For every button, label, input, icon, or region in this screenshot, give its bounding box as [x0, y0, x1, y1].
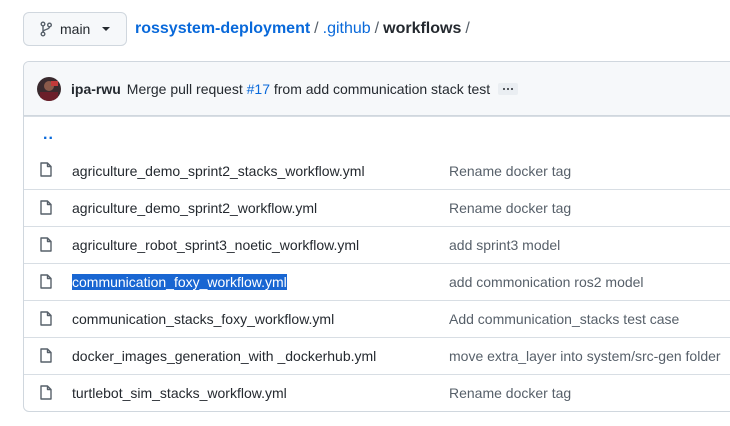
latest-commit-bar: ipa-rwu Merge pull request #17 from add … [24, 62, 730, 116]
pull-request-link[interactable]: #17 [247, 81, 270, 97]
branch-select-button[interactable]: main [23, 12, 127, 46]
chevron-down-icon [102, 27, 111, 31]
commit-message-prefix: Merge pull request [126, 80, 243, 97]
file-commit-message[interactable]: Rename docker tag [449, 200, 571, 216]
file-row: communication_stacks_foxy_workflow.yml A… [24, 300, 730, 337]
breadcrumb-repo-link[interactable]: rossystem-deployment [135, 20, 310, 38]
file-icon [40, 237, 52, 255]
file-commit-message[interactable]: Rename docker tag [449, 385, 571, 401]
file-icon [40, 348, 52, 366]
file-name-link[interactable]: agriculture_demo_sprint2_workflow.yml [72, 200, 317, 216]
parent-directory-link[interactable]: .. [43, 126, 54, 144]
file-listing: ipa-rwu Merge pull request #17 from add … [23, 61, 730, 412]
file-icon [40, 162, 52, 180]
commit-message-suffix: from add communication stack test [273, 80, 491, 97]
file-row: docker_images_generation_with _dockerhub… [24, 337, 730, 374]
git-branch-icon [40, 21, 52, 37]
breadcrumb-separator: / [374, 20, 380, 37]
file-commit-message[interactable]: add sprint3 model [449, 237, 560, 253]
file-commit-message[interactable]: Rename docker tag [449, 163, 571, 179]
file-commit-message[interactable]: move extra_layer into system/src-gen fol… [449, 348, 721, 364]
file-row: turtlebot_sim_stacks_workflow.yml Rename… [24, 374, 730, 411]
breadcrumb-separator: / [314, 20, 319, 37]
breadcrumb-current: workflows [383, 20, 462, 37]
file-icon [40, 274, 52, 292]
file-icon [40, 200, 52, 218]
file-row: agriculture_robot_sprint3_noetic_workflo… [24, 226, 730, 263]
breadcrumb-github-link[interactable]: .github [323, 20, 371, 38]
topbar: main rossystem-deployment / .github / wo… [23, 12, 474, 46]
file-name-link[interactable]: agriculture_demo_sprint2_stacks_workflow… [72, 163, 365, 179]
breadcrumb: rossystem-deployment / .github / workflo… [135, 20, 474, 38]
file-name-link[interactable]: docker_images_generation_with _dockerhub… [72, 348, 376, 364]
breadcrumb-separator: / [465, 20, 470, 37]
file-name-link[interactable]: communication_foxy_workflow.yml [72, 274, 287, 290]
commit-message[interactable]: Merge pull request #17 from add communic… [127, 81, 490, 97]
avatar[interactable] [37, 76, 61, 101]
branch-label: main [60, 21, 91, 37]
parent-directory-row[interactable]: .. [24, 116, 730, 152]
file-commit-message[interactable]: add commonication ros2 model [449, 274, 644, 290]
file-name-link[interactable]: communication_stacks_foxy_workflow.yml [72, 311, 334, 327]
file-commit-message[interactable]: Add communication_stacks test case [449, 311, 679, 327]
expand-commit-button[interactable] [498, 82, 519, 95]
file-icon [40, 311, 52, 329]
file-name-link[interactable]: agriculture_robot_sprint3_noetic_workflo… [72, 237, 359, 253]
file-row: communication_foxy_workflow.yml add comm… [24, 263, 730, 300]
file-icon [40, 385, 52, 403]
commit-author[interactable]: ipa-rwu [71, 81, 121, 97]
file-row: agriculture_demo_sprint2_stacks_workflow… [24, 152, 730, 189]
file-row: agriculture_demo_sprint2_workflow.yml Re… [24, 189, 730, 226]
file-name-link[interactable]: turtlebot_sim_stacks_workflow.yml [72, 385, 287, 401]
